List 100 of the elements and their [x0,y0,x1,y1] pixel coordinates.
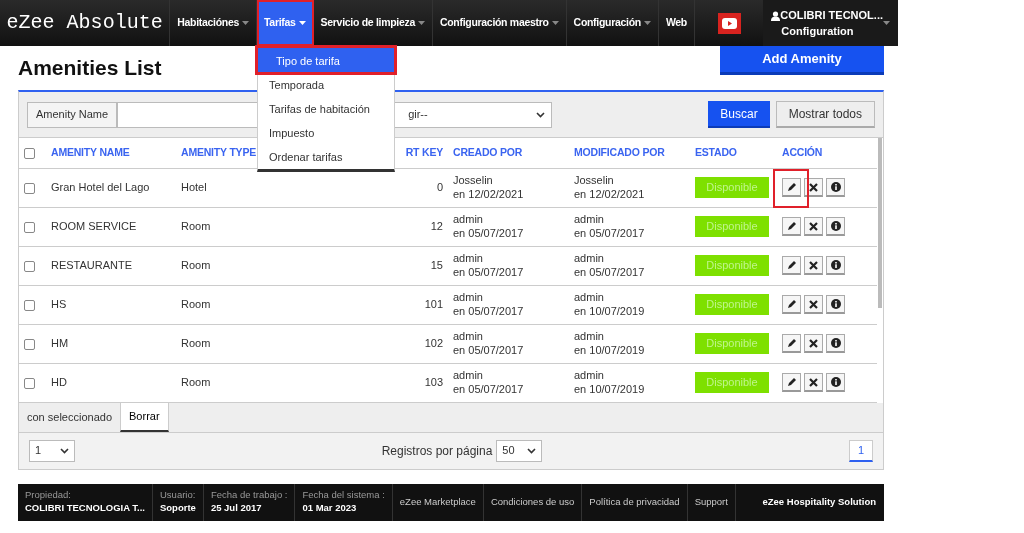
column-header[interactable]: AMENITY NAME [51,145,130,158]
amenity-name: RESTAURANTE [51,259,133,272]
info-button[interactable] [826,178,845,197]
creator-name: admin [453,290,484,305]
page-select[interactable]: 1 [29,439,75,462]
page-button[interactable]: 1 [849,439,873,462]
info-icon [830,182,841,192]
modified-date: en 10/07/2019 [574,304,646,319]
edit-button[interactable] [782,256,801,275]
delete-selected-button[interactable]: Borrar [120,402,169,432]
status-label: Disponible [695,333,769,354]
footer-link[interactable]: Política de privacidad [582,483,688,521]
footer-value: Soporte [160,502,196,515]
user-role: Configuration [780,24,855,39]
modifier-name: admin [574,212,605,227]
user-menu[interactable]: COLIBRI TECNOL... Configuration [763,0,898,46]
modified-date: en 05/07/2017 [574,265,646,280]
edit-button[interactable] [782,217,801,236]
pencil-icon [786,377,797,387]
footer-value: 25 Jul 2017 [210,502,263,515]
sort-key: 15 [430,259,443,272]
row-checkbox[interactable] [24,221,35,233]
footer-label: Propiedad: [25,489,72,502]
info-button[interactable] [826,373,845,392]
pencil-icon [786,338,797,348]
search-button[interactable]: Buscar [708,101,770,128]
close-icon [809,299,818,309]
modifier-name: admin [574,329,605,344]
creator-name: admin [453,368,484,383]
video-icon[interactable] [717,12,741,34]
status-label: Disponible [695,177,769,198]
amenity-name: HM [51,337,69,350]
select-all-checkbox[interactable] [24,147,35,159]
info-button[interactable] [826,256,845,275]
footer-brand: eZee Hospitality Solution [761,494,877,509]
status-label: Disponible [695,372,769,393]
creator-name: admin [453,212,484,227]
amenity-type: Room [181,376,211,389]
menu-item[interactable]: Ordenar tarifas [258,144,394,168]
column-header[interactable]: AMENITY TYPE [181,145,256,158]
nav-item[interactable]: Configuración [566,0,659,46]
row-checkbox[interactable] [24,377,35,389]
row-checkbox[interactable] [24,182,35,194]
chevron-icon [60,447,69,454]
footer-value: 01 Mar 2023 [302,502,358,515]
show-all-button[interactable]: Mostrar todos [775,101,875,128]
column-header[interactable]: MODIFICADO POR [574,145,665,158]
info-button[interactable] [826,217,845,236]
nav-item[interactable]: Web [658,0,695,46]
footer-link[interactable]: eZee Marketplace [392,483,484,521]
delete-button[interactable] [804,256,823,275]
info-icon [830,377,841,387]
edit-button[interactable] [782,334,801,353]
nav-item[interactable]: Servicio de limpieza [313,0,433,46]
footer-link[interactable]: Support [687,483,736,521]
user-icon [771,10,781,21]
info-button[interactable] [826,295,845,314]
amenity-type: Room [181,220,211,233]
modifier-name: Josselin [574,173,615,188]
column-header[interactable]: CREADO POR [453,145,523,158]
sort-key: 0 [436,181,443,194]
delete-button[interactable] [804,217,823,236]
status-label: Disponible [695,294,769,315]
amenity-name: HS [51,298,67,311]
info-icon [830,260,841,270]
creator-name: admin [453,251,484,266]
amenity-type: Hotel [181,181,207,194]
created-date: en 05/07/2017 [453,343,525,358]
app-logo: eZee Absolute [0,0,171,46]
menu-item[interactable]: Tipo de tarifa [258,48,394,72]
pencil-icon [786,182,797,192]
column-header[interactable]: RT KEY [405,145,443,158]
per-page-select[interactable]: 50 [496,439,543,462]
status-label: Disponible [695,255,769,276]
nav-item[interactable]: Configuración maestro [432,0,567,46]
creator-name: Josselin [453,173,494,188]
edit-button[interactable] [782,295,801,314]
delete-button[interactable] [804,334,823,353]
caret-icon [883,21,890,25]
add-amenity-button[interactable]: Add Amenity [720,46,884,75]
row-checkbox[interactable] [24,338,35,350]
menu-item[interactable]: Temporada [258,72,394,96]
row-checkbox[interactable] [24,299,35,311]
delete-button[interactable] [804,373,823,392]
delete-button[interactable] [804,295,823,314]
edit-button[interactable] [782,178,801,197]
column-header[interactable]: ACCIÓN [782,145,823,158]
created-date: en 12/02/2021 [453,187,525,202]
edit-button[interactable] [782,373,801,392]
info-icon [830,221,841,231]
amenity-name: HD [51,376,67,389]
scrollbar[interactable] [878,138,882,308]
pencil-icon [786,299,797,309]
user-name: COLIBRI TECNOL... [780,8,883,21]
creator-name: admin [453,329,484,344]
amenity-name: Gran Hotel del Lago [51,181,150,194]
column-header[interactable]: ESTADO [695,145,737,158]
footer-link[interactable]: Condiciones de uso [483,483,583,521]
info-button[interactable] [826,334,845,353]
row-checkbox[interactable] [24,260,35,272]
